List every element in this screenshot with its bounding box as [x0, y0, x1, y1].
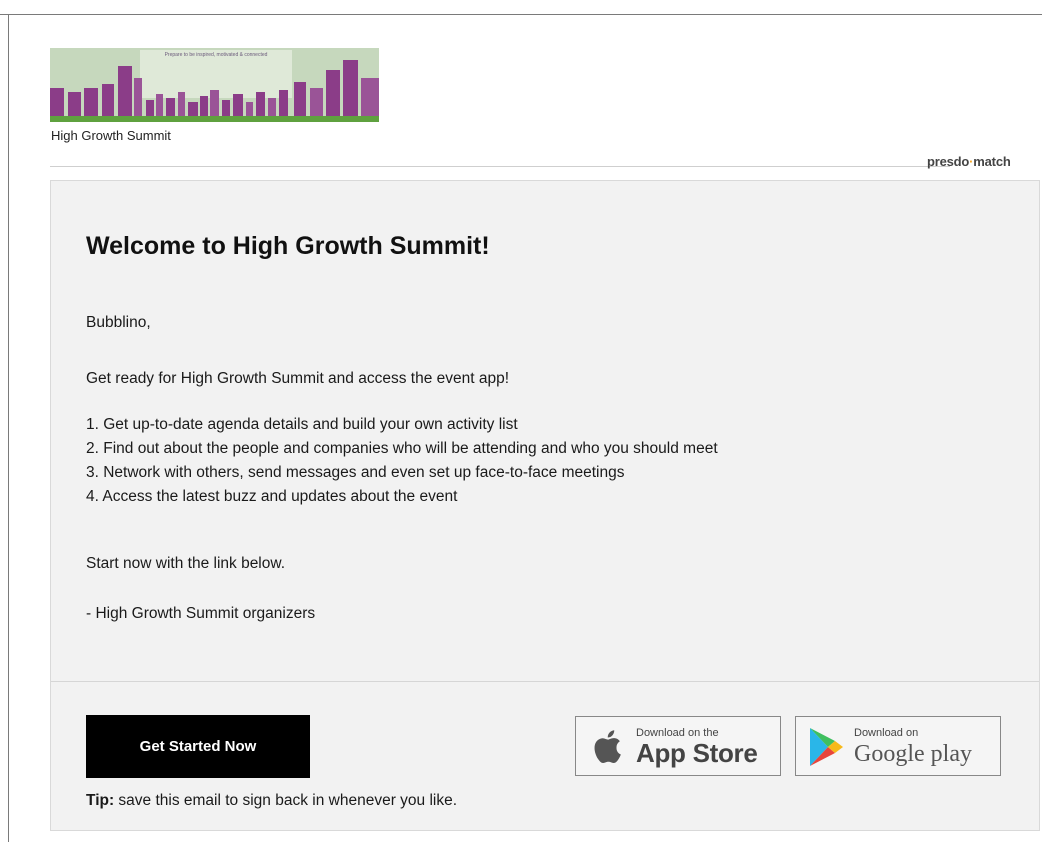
event-name-caption: High Growth Summit — [51, 128, 171, 143]
google-play-button[interactable]: Download on Google play — [795, 716, 1001, 776]
app-store-button[interactable]: Download on the App Store — [575, 716, 781, 776]
play-icon — [810, 728, 843, 766]
window-left-border — [8, 14, 9, 842]
banner-heading: Prepare to be inspired, motivated & conn… — [164, 52, 268, 58]
tip-body: save this email to sign back in whenever… — [114, 792, 458, 809]
list-item: 4. Access the latest buzz and updates ab… — [86, 488, 458, 505]
feature-list: 1. Get up-to-date agenda details and bui… — [86, 413, 718, 509]
google-play-big-text: Google play — [854, 741, 972, 767]
greeting-text: Bubblino, — [86, 314, 151, 331]
list-item: 1. Get up-to-date agenda details and bui… — [86, 416, 518, 433]
tip-text: Tip: save this email to sign back in whe… — [86, 792, 457, 810]
banner-cityscape — [50, 48, 379, 122]
presdo-match-logo[interactable]: presdo·match — [927, 154, 1011, 169]
intro-text: Get ready for High Growth Summit and acc… — [86, 370, 510, 387]
brand-left: presdo — [927, 154, 970, 169]
tip-label: Tip: — [86, 792, 115, 809]
event-banner-image: Prepare to be inspired, motivated & conn… — [50, 48, 379, 122]
app-store-big-text: App Store — [636, 738, 758, 768]
brand-right: match — [973, 154, 1011, 169]
apple-icon — [594, 730, 621, 764]
list-item: 2. Find out about the people and compani… — [86, 440, 718, 457]
start-now-text: Start now with the link below. — [86, 555, 286, 572]
window-top-border — [0, 14, 1042, 15]
list-item: 3. Network with others, send messages an… — [86, 464, 625, 481]
email-card: Welcome to High Growth Summit! Bubblino,… — [50, 180, 1040, 831]
card-divider — [51, 681, 1039, 682]
email-title: Welcome to High Growth Summit! — [86, 232, 490, 260]
signature-text: - High Growth Summit organizers — [86, 605, 316, 622]
header-divider — [50, 166, 950, 167]
get-started-button[interactable]: Get Started Now — [86, 715, 310, 778]
google-play-small-text: Download on — [854, 727, 919, 739]
